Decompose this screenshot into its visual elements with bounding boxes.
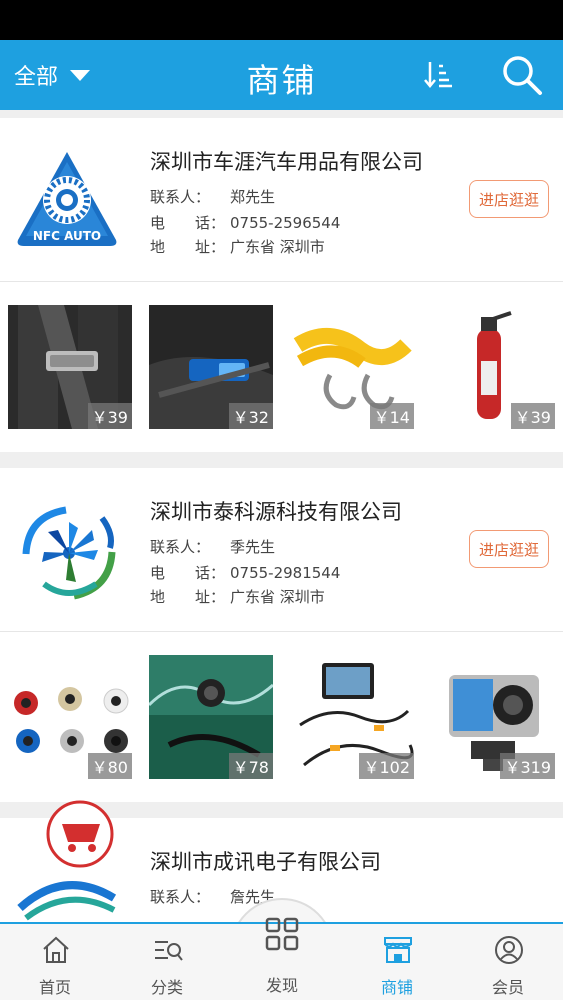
shop-logo: [14, 798, 120, 921]
shop-header: NFC AUTO 深圳市车涯汽车用品有限公司 联系人： 郑先生 电 话： 0755-…: [0, 118, 563, 282]
product-strip: ￥80 ￥78 ￥102 ￥319: [0, 632, 563, 802]
visit-shop-button[interactable]: 进店逛逛: [469, 180, 549, 218]
shop-contact: 联系人： 郑先生: [150, 188, 276, 206]
sort-button[interactable]: [422, 58, 456, 92]
product-thumbnail[interactable]: ￥39: [8, 305, 132, 429]
product-thumbnail[interactable]: ￥39: [431, 305, 555, 429]
tab-label: 商铺: [380, 978, 413, 997]
top-bar: 全部 商铺: [0, 40, 563, 110]
category-icon: [155, 941, 183, 961]
search-icon: [503, 56, 542, 95]
product-thumbnail[interactable]: ￥78: [149, 655, 273, 779]
shop-icon: [384, 937, 412, 963]
product-price: ￥32: [228, 403, 273, 429]
search-button[interactable]: [500, 54, 544, 96]
shop-card[interactable]: 深圳市泰科源科技有限公司 联系人： 季先生 电 话： 0755-2981544 地 …: [0, 468, 563, 802]
category-filter-dropdown[interactable]: 全部: [14, 58, 91, 92]
product-thumbnail[interactable]: ￥319: [431, 655, 555, 779]
shop-logo: [14, 498, 120, 604]
tab-label: 首页: [38, 978, 71, 997]
shop-contact: 联系人： 季先生: [150, 538, 276, 556]
shop-phone: 电 话： 0755-2596544: [150, 214, 341, 232]
product-price: ￥319: [500, 753, 555, 779]
shop-name: 深圳市成讯电子有限公司: [150, 850, 381, 874]
filter-label: 全部: [14, 65, 59, 90]
tab-label: 会员: [491, 978, 524, 997]
product-price: ￥80: [87, 753, 132, 779]
sort-icon: [424, 62, 452, 88]
shop-name: 深圳市车涯汽车用品有限公司: [150, 150, 423, 174]
user-icon: [495, 936, 523, 964]
shop-logo: NFC AUTO: [14, 148, 120, 254]
product-price: ￥78: [228, 753, 273, 779]
tab-category[interactable]: 分类: [112, 924, 222, 1000]
shop-name: 深圳市泰科源科技有限公司: [150, 500, 402, 524]
product-thumbnail[interactable]: ￥14: [290, 305, 414, 429]
status-bar: [0, 0, 563, 40]
home-icon: [43, 936, 69, 963]
shop-address: 地 址： 广东省 深圳市: [150, 238, 325, 256]
product-thumbnail[interactable]: ￥102: [290, 655, 414, 779]
tab-label: 发现: [265, 976, 298, 995]
product-strip: ￥39 ￥32 ￥14 ￥39: [0, 282, 563, 452]
chevron-down-icon: [70, 69, 91, 81]
grid-icon: [265, 917, 299, 951]
section-divider: [0, 452, 563, 468]
shop-card[interactable]: NFC AUTO 深圳市车涯汽车用品有限公司 联系人： 郑先生 电 话： 0755-…: [0, 118, 563, 452]
tab-member[interactable]: 会员: [453, 924, 563, 1000]
shop-list: NFC AUTO 深圳市车涯汽车用品有限公司 联系人： 郑先生 电 话： 0755-…: [0, 118, 563, 982]
product-price: ￥14: [369, 403, 414, 429]
product-thumbnail[interactable]: ￥80: [8, 655, 132, 779]
tab-label: 分类: [150, 978, 183, 997]
visit-shop-button[interactable]: 进店逛逛: [469, 530, 549, 568]
shop-address: 地 址： 广东省 深圳市: [150, 588, 325, 606]
shop-phone: 电 话： 0755-2981544: [150, 564, 341, 582]
product-price: ￥39: [87, 403, 132, 429]
tab-discover[interactable]: 发现: [226, 900, 338, 1000]
product-price: ￥39: [510, 403, 555, 429]
product-price: ￥102: [359, 753, 414, 779]
shop-header: 深圳市泰科源科技有限公司 联系人： 季先生 电 话： 0755-2981544 地 …: [0, 468, 563, 632]
logo-text: NFC AUTO: [33, 229, 101, 243]
tab-shops[interactable]: 商铺: [342, 924, 452, 1000]
product-thumbnail[interactable]: ￥32: [149, 305, 273, 429]
tab-home[interactable]: 首页: [0, 924, 110, 1000]
